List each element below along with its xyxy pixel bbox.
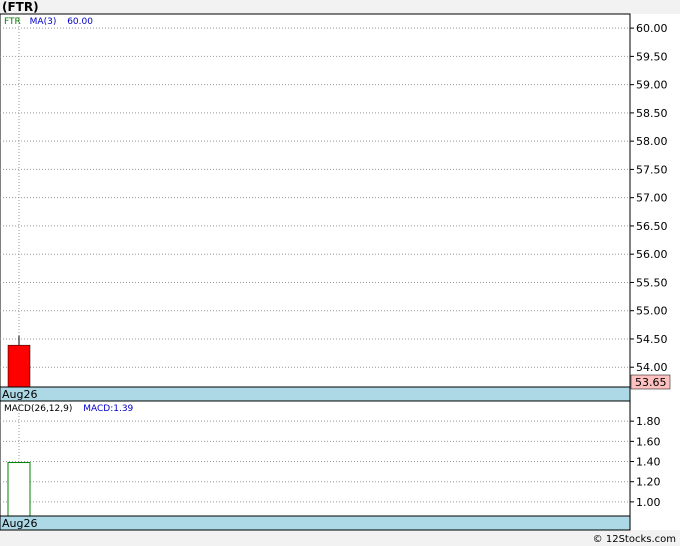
macd-plot-area [0, 400, 631, 517]
candle-body [7, 344, 31, 388]
price-tick-label: 57.50 [636, 163, 668, 176]
last-price-label: 53.65 [635, 376, 667, 389]
price-tick-label: 55.50 [636, 276, 668, 289]
legend-ma-label: MA(3) [30, 17, 57, 27]
price-tick-label: 58.50 [636, 107, 668, 120]
macd-tick-label: 1.20 [636, 476, 661, 489]
price-tick-label: 56.50 [636, 220, 668, 233]
price-tick-label: 58.00 [636, 135, 668, 148]
price-tick-label: 60.00 [636, 22, 668, 35]
legend-ma-value: 60.00 [67, 17, 93, 27]
svg-text:MACD(26,12,9) MACD:1.39: MACD(26,12,9) MACD:1.39 [4, 404, 134, 414]
macd-legend-value: MACD:1.39 [83, 404, 133, 414]
macd-bar [7, 462, 31, 517]
macd-legend-label: MACD(26,12,9) [4, 404, 72, 414]
legend-symbol: FTR [4, 17, 21, 27]
price-tick-label: 59.50 [636, 50, 668, 63]
svg-text:FTR MA(3) 60.00: FTR MA(3) 60.00 [4, 17, 93, 27]
macd-tick-label: 1.80 [636, 415, 661, 428]
price-plot-area [0, 13, 631, 388]
price-tick-label: 54.50 [636, 333, 668, 346]
macd-date-label: Aug26 [2, 517, 37, 530]
price-tick-label: 55.00 [636, 305, 668, 318]
price-date-band [0, 386, 631, 402]
price-tick-label: 56.00 [636, 248, 668, 261]
chart-title: (FTR) [2, 0, 39, 14]
footer-credit: © 12Stocks.com [592, 534, 676, 545]
price-tick-label: 57.00 [636, 192, 668, 205]
macd-tick-label: 1.60 [636, 435, 661, 448]
price-date-label: Aug26 [2, 388, 37, 401]
macd-tick-label: 1.40 [636, 456, 661, 469]
price-tick-label: 54.00 [636, 361, 668, 374]
macd-date-band [0, 515, 631, 531]
macd-tick-label: 1.00 [636, 496, 661, 509]
stock-chart: 54.00 54.50 55.00 55.50 56.00 56.50 57.00 57.50… [0, 13, 680, 531]
price-tick-label: 59.00 [636, 79, 668, 92]
